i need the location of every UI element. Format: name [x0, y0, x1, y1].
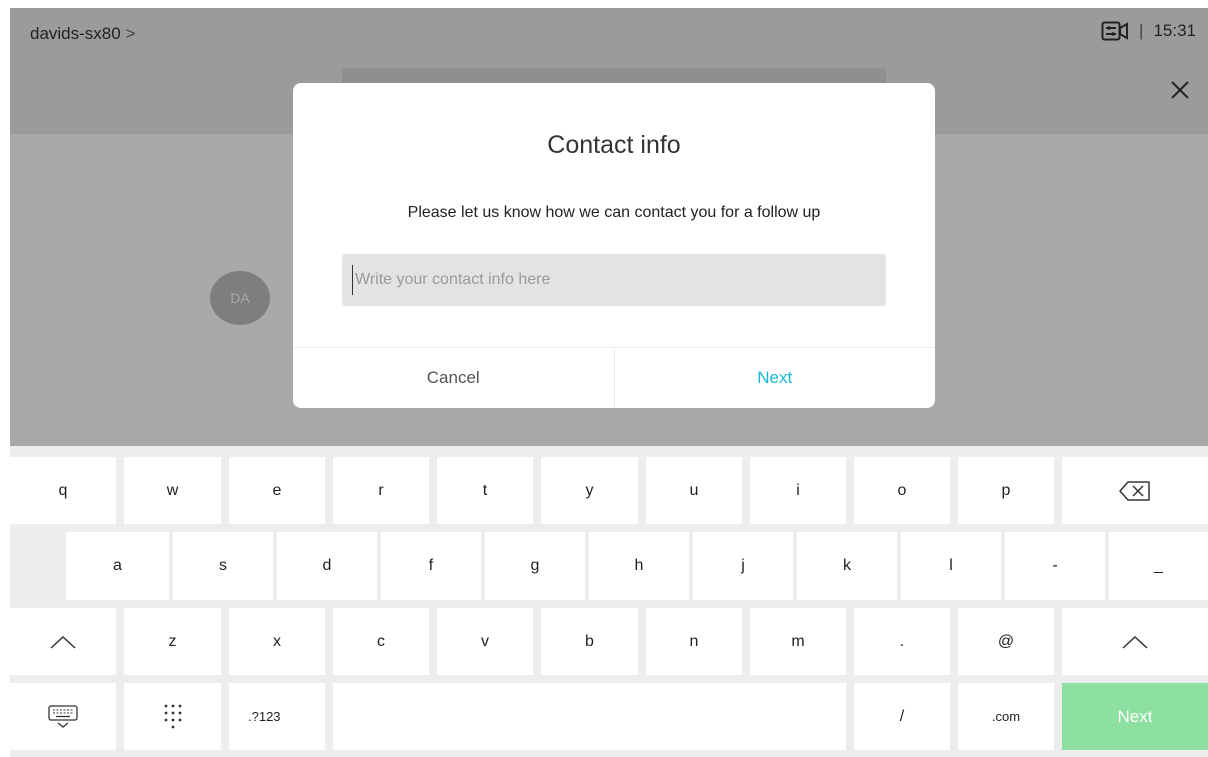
key-f[interactable]: f — [381, 532, 481, 600]
key-q[interactable]: q — [10, 457, 116, 524]
key-i[interactable]: i — [750, 457, 846, 524]
on-screen-keyboard: q w e r t y u i o p a s d f g h j k l - … — [10, 446, 1208, 757]
keyboard-next-button[interactable]: Next — [1062, 683, 1208, 750]
key-y[interactable]: y — [541, 457, 638, 524]
key-x[interactable]: x — [229, 608, 325, 675]
key-a[interactable]: a — [66, 532, 169, 600]
keypad-icon[interactable] — [124, 683, 221, 750]
dialog-title: Contact info — [547, 131, 681, 159]
dialog-actions: Cancel Next — [293, 347, 935, 408]
key-z[interactable]: z — [124, 608, 221, 675]
text-caret — [352, 265, 353, 295]
key-e[interactable]: e — [229, 457, 325, 524]
key-period[interactable]: . — [854, 608, 950, 675]
key-u[interactable]: u — [646, 457, 742, 524]
backspace-icon[interactable] — [1062, 457, 1208, 524]
key-w[interactable]: w — [124, 457, 221, 524]
key-v[interactable]: v — [437, 608, 533, 675]
key-at[interactable]: @ — [958, 608, 1054, 675]
key-l[interactable]: l — [901, 532, 1001, 600]
key-c[interactable]: c — [333, 608, 429, 675]
key-m[interactable]: m — [750, 608, 846, 675]
shift-icon[interactable] — [10, 608, 116, 675]
chevron-right-icon: > — [125, 24, 136, 43]
space-key[interactable] — [333, 683, 846, 750]
key-j[interactable]: j — [693, 532, 793, 600]
key-s[interactable]: s — [173, 532, 273, 600]
key-b[interactable]: b — [541, 608, 638, 675]
key-o[interactable]: o — [854, 457, 950, 524]
key-hyphen[interactable]: - — [1005, 532, 1105, 600]
next-button[interactable]: Next — [615, 348, 936, 408]
contact-info-input[interactable] — [342, 254, 886, 306]
key-n[interactable]: n — [646, 608, 742, 675]
key-k[interactable]: k — [797, 532, 897, 600]
close-icon[interactable] — [1166, 76, 1194, 104]
contact-info-dialog: Contact info Please let us know how we c… — [293, 83, 935, 408]
cancel-button[interactable]: Cancel — [293, 348, 615, 408]
device-selector[interactable]: davids-sx80 > — [30, 24, 135, 44]
key-p[interactable]: p — [958, 457, 1054, 524]
key-slash[interactable]: / — [854, 683, 950, 750]
key-t[interactable]: t — [437, 457, 533, 524]
key-r[interactable]: r — [333, 457, 429, 524]
keyboard-hide-icon[interactable] — [10, 683, 116, 750]
symbols-key[interactable]: .?123 — [229, 683, 325, 750]
key-d[interactable]: d — [277, 532, 377, 600]
status-bar: davids-sx80 > | 15:31 — [10, 8, 1208, 60]
key-h[interactable]: h — [589, 532, 689, 600]
status-separator: | — [1139, 21, 1144, 40]
key-g[interactable]: g — [485, 532, 585, 600]
camera-settings-icon[interactable] — [1101, 20, 1129, 42]
avatar: DA — [210, 271, 270, 325]
dotcom-key[interactable]: .com — [958, 683, 1054, 750]
dialog-message: Please let us know how we can contact yo… — [407, 204, 821, 221]
key-underscore[interactable]: _ — [1109, 532, 1208, 600]
status-right: | 15:31 — [1101, 20, 1196, 42]
screen: davids-sx80 > | 15:31 DA Contact info Pl… — [0, 0, 1208, 757]
shift-icon[interactable] — [1062, 608, 1208, 675]
device-name: davids-sx80 — [30, 24, 121, 43]
status-time: 15:31 — [1153, 21, 1196, 40]
